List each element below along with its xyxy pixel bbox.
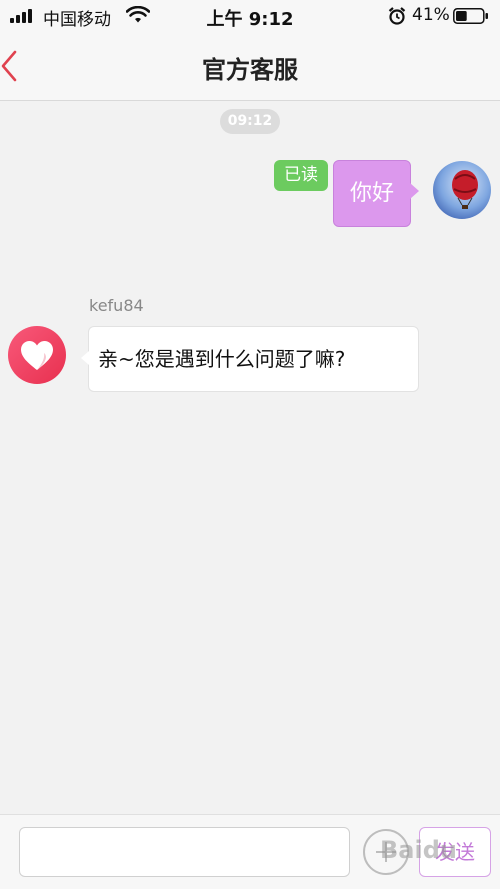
agent-name: kefu84 (89, 296, 144, 315)
alarm-icon (388, 7, 406, 25)
agent-avatar[interactable] (8, 326, 66, 384)
page-title: 官方客服 (202, 56, 298, 84)
heart-logo-icon (8, 326, 66, 384)
plus-circle-icon[interactable] (363, 829, 409, 875)
input-bar: 发送 (0, 814, 500, 889)
my-avatar[interactable] (433, 161, 491, 219)
my-message-bubble[interactable]: 你好 (333, 160, 419, 227)
battery-icon (453, 8, 488, 24)
agent-message-bubble[interactable]: 亲~您是遇到什么问题了嘛? (81, 326, 419, 392)
hot-air-balloon-image (433, 161, 491, 219)
status-bar: 中国移动 上午 9:12 41% (0, 0, 500, 32)
message-input[interactable] (19, 827, 350, 877)
nav-bar: 官方客服 (0, 32, 500, 101)
read-badge: 已读 (274, 160, 328, 191)
send-button[interactable]: 发送 (419, 827, 491, 877)
message-timestamp: 09:12 (220, 109, 280, 134)
battery-percent: 41% (412, 5, 450, 25)
